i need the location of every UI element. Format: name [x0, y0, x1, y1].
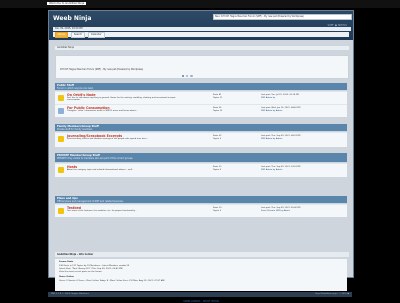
board-row[interactable]: Journaling/Scrapbook Excerpts Selected d…: [55, 132, 347, 147]
last-post: Last post: Thu, Sep 09, 2021, 05:42 PM F…: [261, 207, 345, 212]
top-bar: Welcome to Godzillaz Ninja: [0, 0, 400, 8]
board-row[interactable]: Hosts About the category topic and relat…: [55, 163, 347, 177]
board-desc: About the category topic and related inf…: [67, 169, 134, 171]
category-desc: Official plans and management of SMF and…: [57, 199, 124, 203]
board-stats: Posts 32 Topics 5: [213, 135, 221, 140]
news-ticker: Neu: ICH ICH Hagos Meuchen Forum (SMF) -…: [213, 14, 352, 20]
last-post: Last post: Tue, Jul 29, 2025, 03:16 PM S…: [261, 94, 345, 99]
notice-text: ICH ICH Hagos Meuchen Forum (SMF) - My n…: [60, 68, 144, 71]
board-status-icon: [58, 108, 64, 114]
category-header[interactable]: Public Stuff Forum in which anyone can r…: [55, 83, 347, 90]
latest-post-line[interactable]: Latest Post: "Post Library 001" (Thu, Se…: [59, 268, 123, 270]
welcome-box: Welcome to Godzillaz Ninja: [47, 2, 87, 5]
board-desc: Selected diary entries and random musing…: [67, 138, 149, 140]
board-status-icon: [58, 136, 64, 142]
board-row[interactable]: For Public Consumption Thoughts, 'other'…: [55, 104, 347, 117]
board-row[interactable]: On Orbit's Node Feel free to talk about …: [55, 91, 347, 104]
footer-left: SMF 2.1.4 © 2023, Simple Machines: [51, 293, 89, 295]
users-online-title: Users Online: [59, 276, 74, 278]
users-online-line: Users: 3 Guests, 0 Users - Most Online T…: [59, 280, 165, 282]
topics-count: Topics 11: [213, 96, 223, 99]
category-header[interactable]: Family Members/Group Stuff Private stuff…: [55, 124, 347, 131]
footer: SMF 2.1.4 © 2023, Simple Machines http:/…: [48, 292, 352, 297]
main-toolbar: Home Search Calendar: [53, 32, 349, 38]
board-status-icon: [58, 208, 64, 214]
forum-header: Weeb Ninja Neu: ICH ICH Hagos Meuchen Fo…: [49, 11, 353, 40]
carousel-dot[interactable]: [186, 74, 189, 77]
board-stats: Posts 35 Topics 22: [213, 107, 222, 112]
home-button[interactable]: Home: [55, 32, 69, 38]
calendar-button[interactable]: Calendar: [87, 32, 105, 38]
search-button[interactable]: Search: [70, 32, 86, 38]
info-center: Forum Stats 230 Posts in 127 Topics by 1…: [55, 259, 347, 291]
last-post-author[interactable]: SMF Admin by Admin: [261, 110, 345, 113]
forum-title: Weeb Ninja: [53, 15, 92, 22]
board-desc: Thoughts, 'other' information news to SM…: [67, 110, 138, 112]
carousel-dot[interactable]: [190, 74, 193, 77]
topics-count: Topics 5: [213, 168, 221, 171]
main-container: Weeb Ninja Neu: ICH ICH Hagos Meuchen Fo…: [48, 10, 354, 303]
category-desc: PRIVATE! Only visible to members who are…: [57, 156, 134, 160]
category-header[interactable]: Plans and Ops Official plans and managem…: [55, 196, 347, 203]
carousel-dots: [182, 74, 194, 78]
board-desc: Feel free to talk about anything in gene…: [67, 97, 176, 101]
info-center-header[interactable]: Godzillaz Ninja - Info Center: [55, 252, 349, 257]
recent-posts-line[interactable]: View the most recent posts on the forum.: [59, 271, 102, 273]
category-desc: Private stuff for family members: [57, 127, 93, 131]
last-post-author[interactable]: SMF Admin by Admin: [261, 138, 345, 141]
category-header[interactable]: PRIVATE Member/Group Stuff PRIVATE! Only…: [55, 153, 347, 162]
board-row[interactable]: Testbed Test some of the features, the m…: [55, 204, 347, 217]
board-desc: Test some of the features, the modules, …: [67, 210, 137, 212]
date-line: Dec 09, 2025, 03:29 PM: [53, 27, 351, 31]
last-post: Last post: Thu, Sep 09, 2021, 08:23 PM S…: [261, 135, 345, 140]
board-stats: Posts 13 Topics 5: [213, 166, 221, 171]
forum-stats-line: 230 Posts in 127 Topics by 19 Members - …: [59, 265, 130, 267]
forum-stats-title: Forum Stats: [59, 261, 74, 263]
last-post-author[interactable]: SMF Admin by: [261, 97, 345, 100]
last-post-author[interactable]: From Ultimate SMF by Admin: [261, 210, 345, 213]
topics-count: Topics 5: [213, 137, 221, 140]
carousel-dot[interactable]: [182, 74, 185, 77]
last-post: Last post: Thu, Sep 09, 2021, 03:53 PM S…: [261, 166, 345, 171]
welcome-text: Welcome to Godzillaz Ninja: [49, 2, 85, 5]
breadcrumb[interactable]: Godzillaz Ninja: [55, 46, 349, 50]
category-desc: Forum in which anyone can read.: [57, 86, 94, 90]
topics-count: Topics 5: [213, 209, 221, 212]
last-post-author[interactable]: SMF Admin by Admin: [261, 169, 345, 172]
topics-count: Topics 22: [213, 109, 223, 112]
footer-right[interactable]: http://Godzillaz.ninja / © 2022 ◆: [315, 292, 349, 297]
notice-panel: ICH ICH Hagos Meuchen Forum (SMF) - My n…: [55, 55, 349, 79]
board-stats: Posts 81 Topics 11: [213, 94, 222, 99]
board-status-icon: [58, 167, 64, 173]
last-post: Last post: Wed, Jan 10, 2021, 04:42 PM S…: [261, 107, 345, 112]
board-status-icon: [58, 95, 64, 101]
board-stats: Posts 10 Topics 5: [213, 207, 221, 212]
